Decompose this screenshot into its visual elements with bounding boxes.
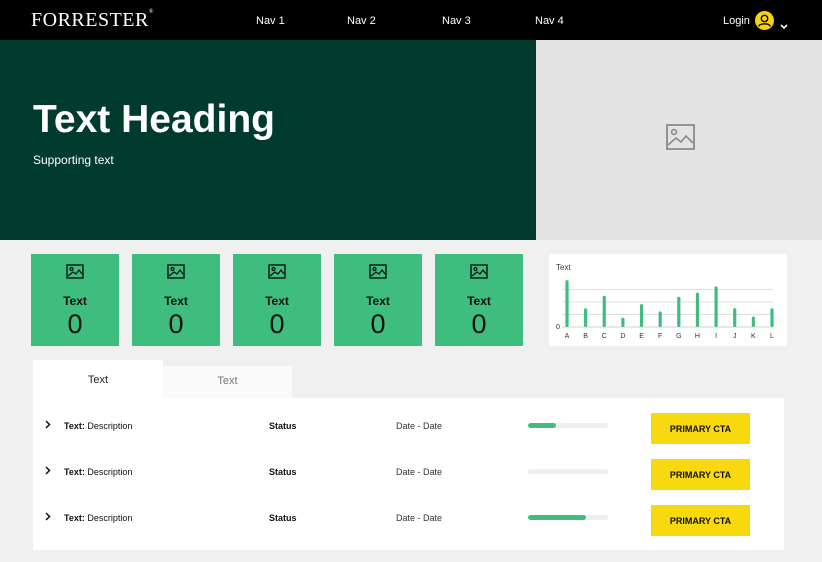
hero-banner: Text Heading Supporting text — [0, 40, 536, 240]
kpi-card-2[interactable]: Text 0 — [132, 254, 220, 346]
hero-subtitle: Supporting text — [33, 153, 114, 167]
chart-bar-I — [714, 286, 718, 327]
image-icon — [470, 264, 488, 279]
chart-bar-A — [565, 280, 569, 327]
hero-image-placeholder — [536, 40, 822, 240]
row-date-range: Date - Date — [396, 421, 443, 431]
kpi-value: 0 — [269, 309, 285, 339]
progress-bar — [528, 515, 608, 520]
chart-bar-D — [621, 317, 625, 327]
chart-bar-J — [733, 308, 737, 327]
x-tick-label: E — [639, 333, 644, 340]
x-tick-label: I — [715, 333, 717, 340]
chart-bar-F — [658, 311, 662, 327]
kpi-value: 0 — [67, 309, 83, 339]
row-description: Text: Description — [64, 467, 132, 477]
bar-chart: Text 0A B C D E F G H I J K L — [556, 263, 774, 340]
image-icon — [369, 264, 387, 279]
image-icon — [268, 264, 286, 279]
nav-item-1[interactable]: Nav 1 — [256, 15, 285, 27]
top-nav-bar: FORRESTER® Nav 1 Nav 2 Nav 3 Nav 4 Login — [0, 0, 822, 40]
login-link[interactable]: Login — [723, 15, 750, 27]
user-avatar-icon[interactable] — [755, 11, 774, 30]
x-tick-label: A — [565, 333, 570, 340]
chart-title: Text — [556, 263, 571, 272]
x-tick-label: B — [583, 333, 588, 340]
x-tick-label: K — [751, 333, 756, 340]
primary-cta-button[interactable]: PRIMARY CTA — [651, 505, 750, 536]
row-description-text: Description — [87, 513, 133, 523]
logo-registered-mark: ® — [148, 9, 154, 15]
x-tick-label: F — [658, 333, 662, 340]
kpi-label: Text — [265, 294, 289, 308]
hero-title: Text Heading — [33, 98, 275, 141]
x-tick-label: D — [620, 333, 625, 340]
chart-bar-E — [639, 304, 644, 327]
progress-fill — [528, 515, 586, 520]
progress-bar — [528, 469, 608, 474]
y-tick-label: 0 — [556, 324, 560, 331]
row-label: Text: — [64, 513, 85, 523]
chevron-right-icon[interactable] — [45, 512, 51, 521]
tab-1[interactable]: Text — [33, 360, 163, 400]
kpi-label: Text — [366, 294, 390, 308]
kpi-label: Text — [63, 294, 87, 308]
chart-bar-K — [751, 316, 755, 327]
image-icon — [167, 264, 185, 279]
kpi-label: Text — [467, 294, 491, 308]
row-description: Text: Description — [64, 421, 132, 431]
kpi-value: 0 — [370, 309, 386, 339]
nav-item-2[interactable]: Nav 2 — [347, 15, 376, 27]
row-description-text: Description — [87, 421, 133, 431]
row-description: Text: Description — [64, 513, 132, 523]
table-row: Text: Description Status Date - Date PRI… — [33, 490, 784, 536]
progress-fill — [528, 423, 556, 428]
kpi-value: 0 — [471, 309, 487, 339]
progress-bar — [528, 423, 608, 428]
primary-cta-button[interactable]: PRIMARY CTA — [651, 459, 750, 490]
kpi-card-4[interactable]: Text 0 — [334, 254, 422, 346]
x-tick-label: H — [695, 333, 700, 340]
task-list-panel: Text: Description Status Date - Date PRI… — [33, 398, 784, 550]
x-tick-label: C — [602, 333, 607, 340]
chart-bar-H — [695, 292, 700, 327]
chevron-down-icon[interactable] — [780, 17, 788, 35]
row-description-text: Description — [87, 467, 133, 477]
image-placeholder-icon — [666, 124, 695, 150]
chart-bar-L — [770, 308, 774, 327]
table-row: Text: Description Status Date - Date PRI… — [33, 398, 784, 444]
nav-item-4[interactable]: Nav 4 — [535, 15, 564, 27]
table-row: Text: Description Status Date - Date PRI… — [33, 444, 784, 490]
chart-bar-C — [602, 295, 606, 327]
kpi-card-5[interactable]: Text 0 — [435, 254, 523, 346]
x-tick-label: J — [733, 333, 737, 340]
x-tick-label: G — [676, 333, 681, 340]
forrester-logo[interactable]: FORRESTER® — [31, 9, 154, 32]
kpi-card-3[interactable]: Text 0 — [233, 254, 321, 346]
bar-chart-panel: Text 0A B C D E F G H I J K L — [549, 254, 787, 346]
row-label: Text: — [64, 467, 85, 477]
kpi-label: Text — [164, 294, 188, 308]
row-status: Status — [269, 421, 297, 431]
tab-2[interactable]: Text — [163, 366, 292, 398]
row-label: Text: — [64, 421, 85, 431]
image-icon — [66, 264, 84, 279]
x-tick-label: L — [770, 333, 774, 340]
row-date-range: Date - Date — [396, 467, 443, 477]
primary-cta-button[interactable]: PRIMARY CTA — [651, 413, 750, 444]
chevron-right-icon[interactable] — [45, 420, 51, 429]
chart-bar-B — [584, 308, 588, 327]
kpi-card-1[interactable]: Text 0 — [31, 254, 119, 346]
chart-bar-G — [677, 296, 681, 327]
row-date-range: Date - Date — [396, 513, 443, 523]
logo-text: FORRESTER — [31, 9, 149, 31]
row-status: Status — [269, 467, 297, 477]
chevron-right-icon[interactable] — [45, 466, 51, 475]
nav-item-3[interactable]: Nav 3 — [442, 15, 471, 27]
kpi-value: 0 — [168, 309, 184, 339]
row-status: Status — [269, 513, 297, 523]
